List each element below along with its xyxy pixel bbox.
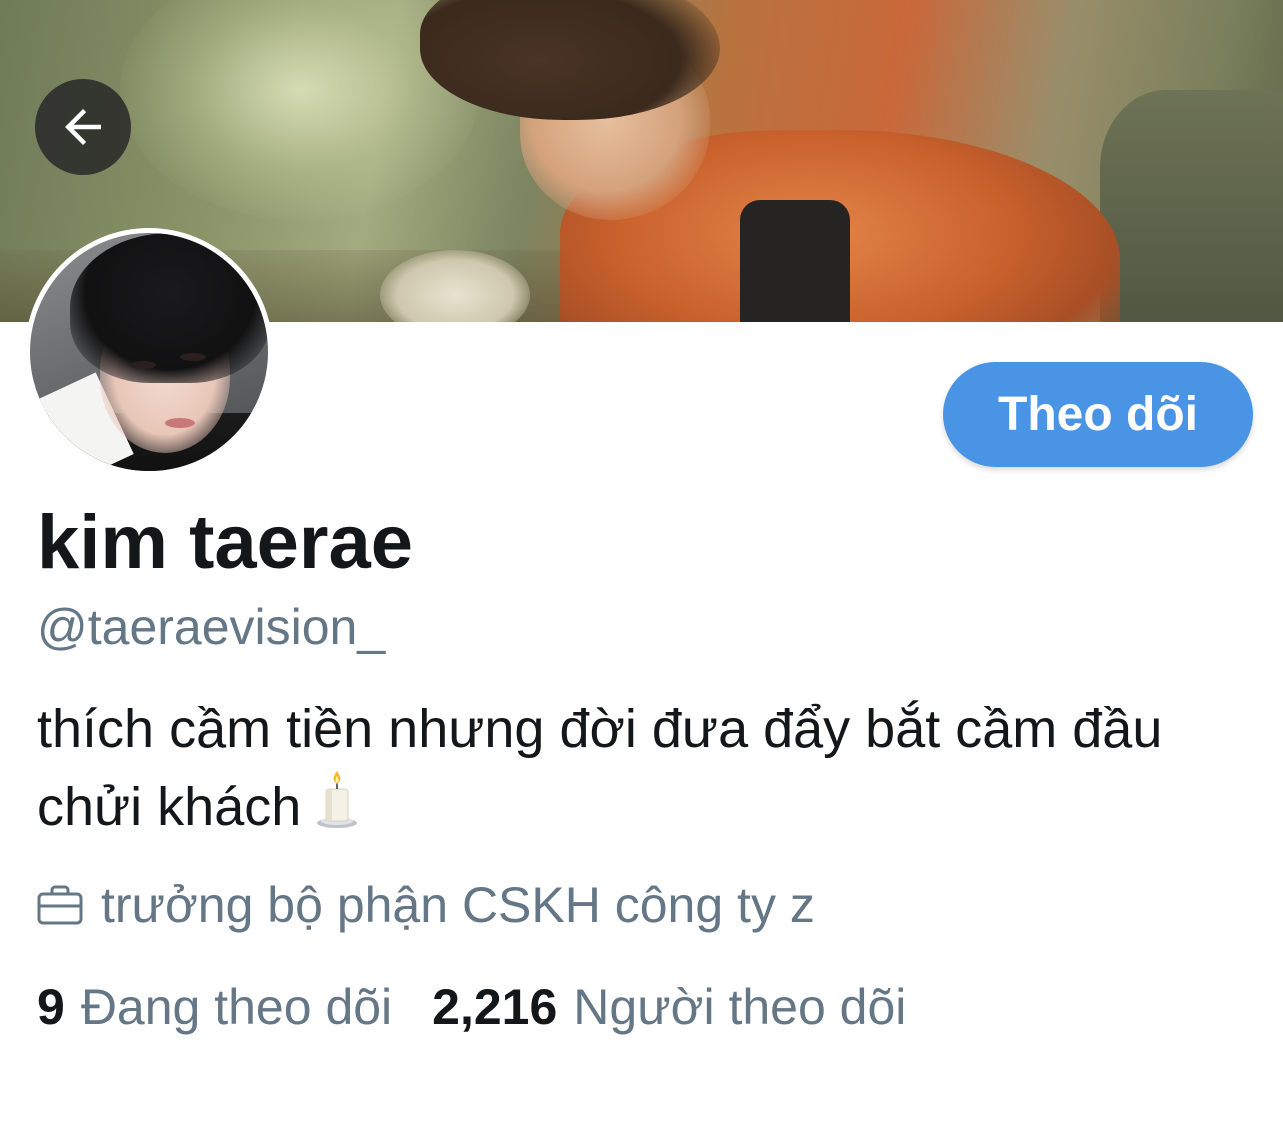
profile-page: Theo dõi kim taerae @taeraevision_ thích… xyxy=(0,0,1283,1127)
banner-chair xyxy=(1100,90,1283,322)
avatar-eye xyxy=(130,361,156,369)
avatar-photo xyxy=(30,233,268,471)
following-count: 9 xyxy=(37,979,65,1035)
back-button[interactable] xyxy=(35,79,131,175)
display-name: kim taerae xyxy=(37,500,414,585)
banner-shirt xyxy=(740,200,850,322)
candle-icon xyxy=(315,771,359,850)
briefcase-icon xyxy=(37,885,83,925)
bio-text: thích cầm tiền nhưng đời đưa đẩy bắt cầm… xyxy=(37,699,1163,837)
followers-label: Người theo dõi xyxy=(573,979,907,1035)
profile-bio: thích cầm tiền nhưng đời đưa đẩy bắt cầm… xyxy=(37,690,1247,850)
follow-stats: 9 Đang theo dõi 2,216 Người theo dõi xyxy=(37,982,906,1032)
work-text: trưởng bộ phận CSKH công ty z xyxy=(101,877,815,933)
arrow-left-icon xyxy=(65,109,101,145)
following-link[interactable]: 9 Đang theo dõi xyxy=(37,982,392,1032)
follow-button[interactable]: Theo dõi xyxy=(943,362,1253,467)
followers-link[interactable]: 2,216 Người theo dõi xyxy=(432,982,906,1032)
username-handle: @taeraevision_ xyxy=(37,599,386,655)
avatar[interactable] xyxy=(25,228,273,476)
avatar-eye xyxy=(180,353,206,361)
following-label: Đang theo dõi xyxy=(80,979,393,1035)
profile-work-row: trưởng bộ phận CSKH công ty z xyxy=(37,880,815,930)
avatar-hair xyxy=(70,233,268,383)
avatar-lips xyxy=(165,418,195,428)
followers-count: 2,216 xyxy=(432,979,558,1035)
